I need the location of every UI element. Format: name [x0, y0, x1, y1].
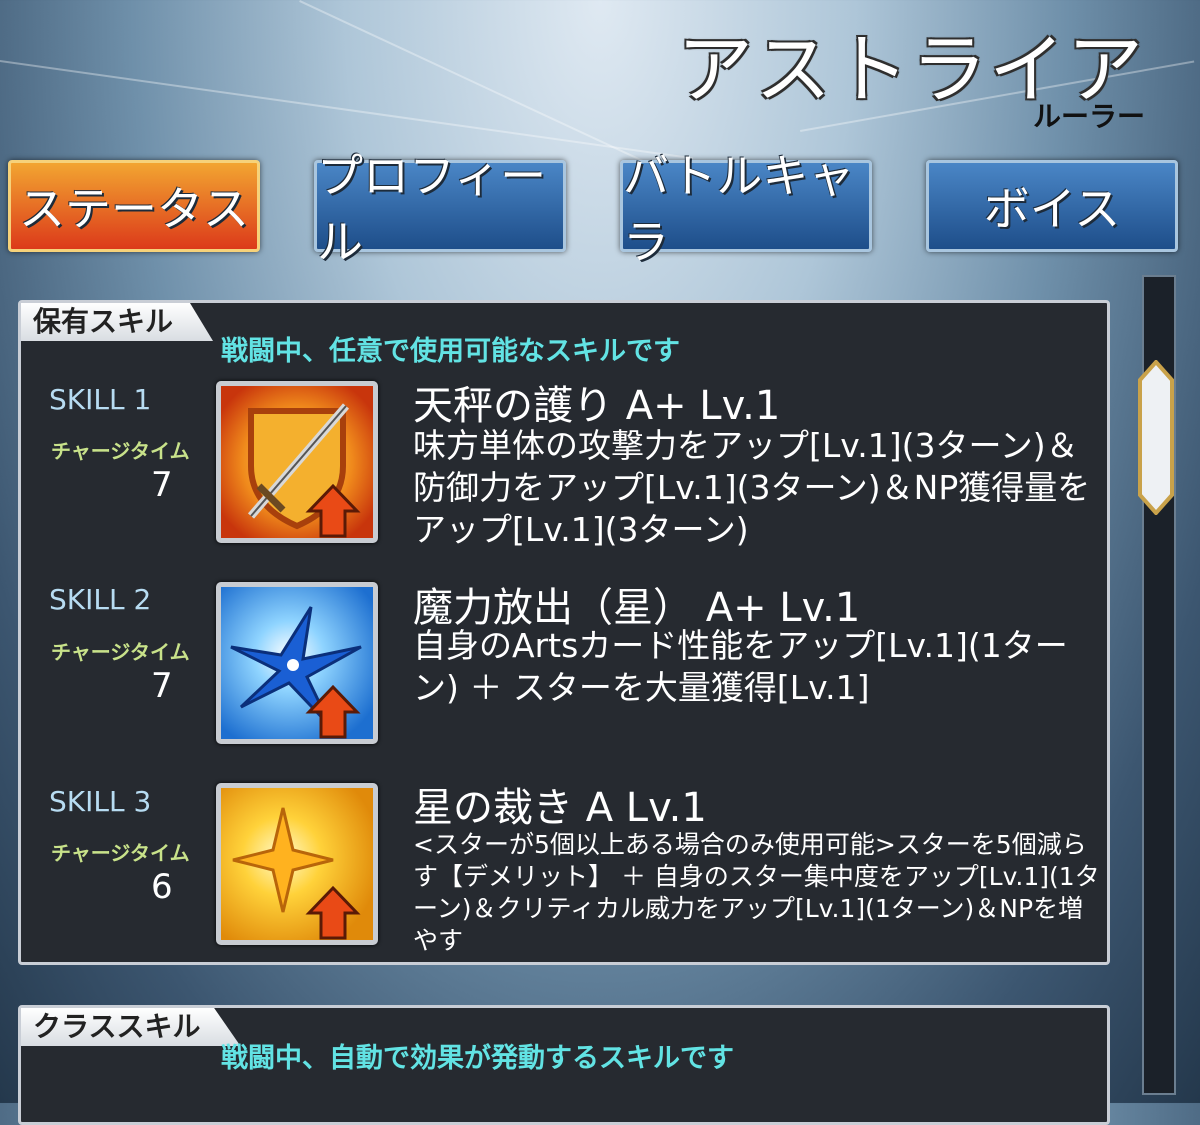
skill-3-icon-button[interactable] — [216, 783, 378, 945]
tab-label: ボイス — [983, 182, 1121, 236]
section-title: 保有スキル — [21, 303, 214, 341]
skill-description: <スターが5個以上ある場合のみ使用可能>スターを5個減らす【デメリット】 ＋ 自… — [413, 830, 1100, 955]
tab-label: バトルキャラ — [623, 149, 855, 269]
skill-1-icon-button[interactable] — [216, 381, 378, 543]
skill-slot-label: SKILL 1 — [49, 383, 152, 416]
skill-slot-label: SKILL 3 — [49, 785, 152, 818]
charge-time-value: 7 — [151, 465, 173, 505]
tab-profile[interactable]: プロフィール — [314, 149, 566, 269]
owned-skills-panel: 保有スキル 戦闘中、任意で使用可能なスキルです SKILL 1 チャージタイム … — [18, 300, 1110, 965]
charge-time-value: 7 — [151, 666, 173, 706]
blue-burst-icon — [221, 587, 373, 739]
tab-label: ステータス — [19, 182, 249, 236]
tab-status[interactable]: ステータス — [8, 160, 260, 252]
section-title: クラススキル — [21, 1008, 241, 1046]
gold-star-icon — [221, 788, 373, 940]
scrollbar-thumb[interactable] — [1130, 360, 1182, 515]
section-description: 戦闘中、任意で使用可能なスキルです — [221, 336, 680, 367]
section-description: 戦闘中、自動で効果が発動するスキルです — [221, 1043, 734, 1074]
class-skills-panel: クラススキル 戦闘中、自動で効果が発動するスキルです — [18, 1005, 1110, 1125]
charge-time-label: チャージタイム — [51, 439, 190, 463]
tab-battle-character[interactable]: バトルキャラ — [620, 149, 872, 269]
charge-time-label: チャージタイム — [51, 841, 190, 865]
skill-description: 自身のArtsカード性能をアップ[Lv.1](1ターン) ＋ スターを大量獲得[… — [413, 626, 1068, 707]
charge-time-label: チャージタイム — [51, 640, 190, 664]
skill-2-icon-button[interactable] — [216, 582, 378, 744]
skill-name: 天秤の護り A+ Lv.1 — [413, 383, 781, 429]
servant-class: ルーラー — [1032, 100, 1145, 133]
charge-time-value: 6 — [151, 867, 173, 907]
shield-sword-icon — [221, 386, 373, 538]
tab-label: プロフィール — [317, 149, 547, 269]
skill-description: 味方単体の攻撃力をアップ[Lv.1](3ターン)＆防御力をアップ[Lv.1](3… — [413, 426, 1091, 549]
skill-name: 星の裁き A Lv.1 — [413, 785, 707, 831]
tab-voice[interactable]: ボイス — [926, 160, 1178, 252]
skill-slot-label: SKILL 2 — [49, 583, 152, 616]
